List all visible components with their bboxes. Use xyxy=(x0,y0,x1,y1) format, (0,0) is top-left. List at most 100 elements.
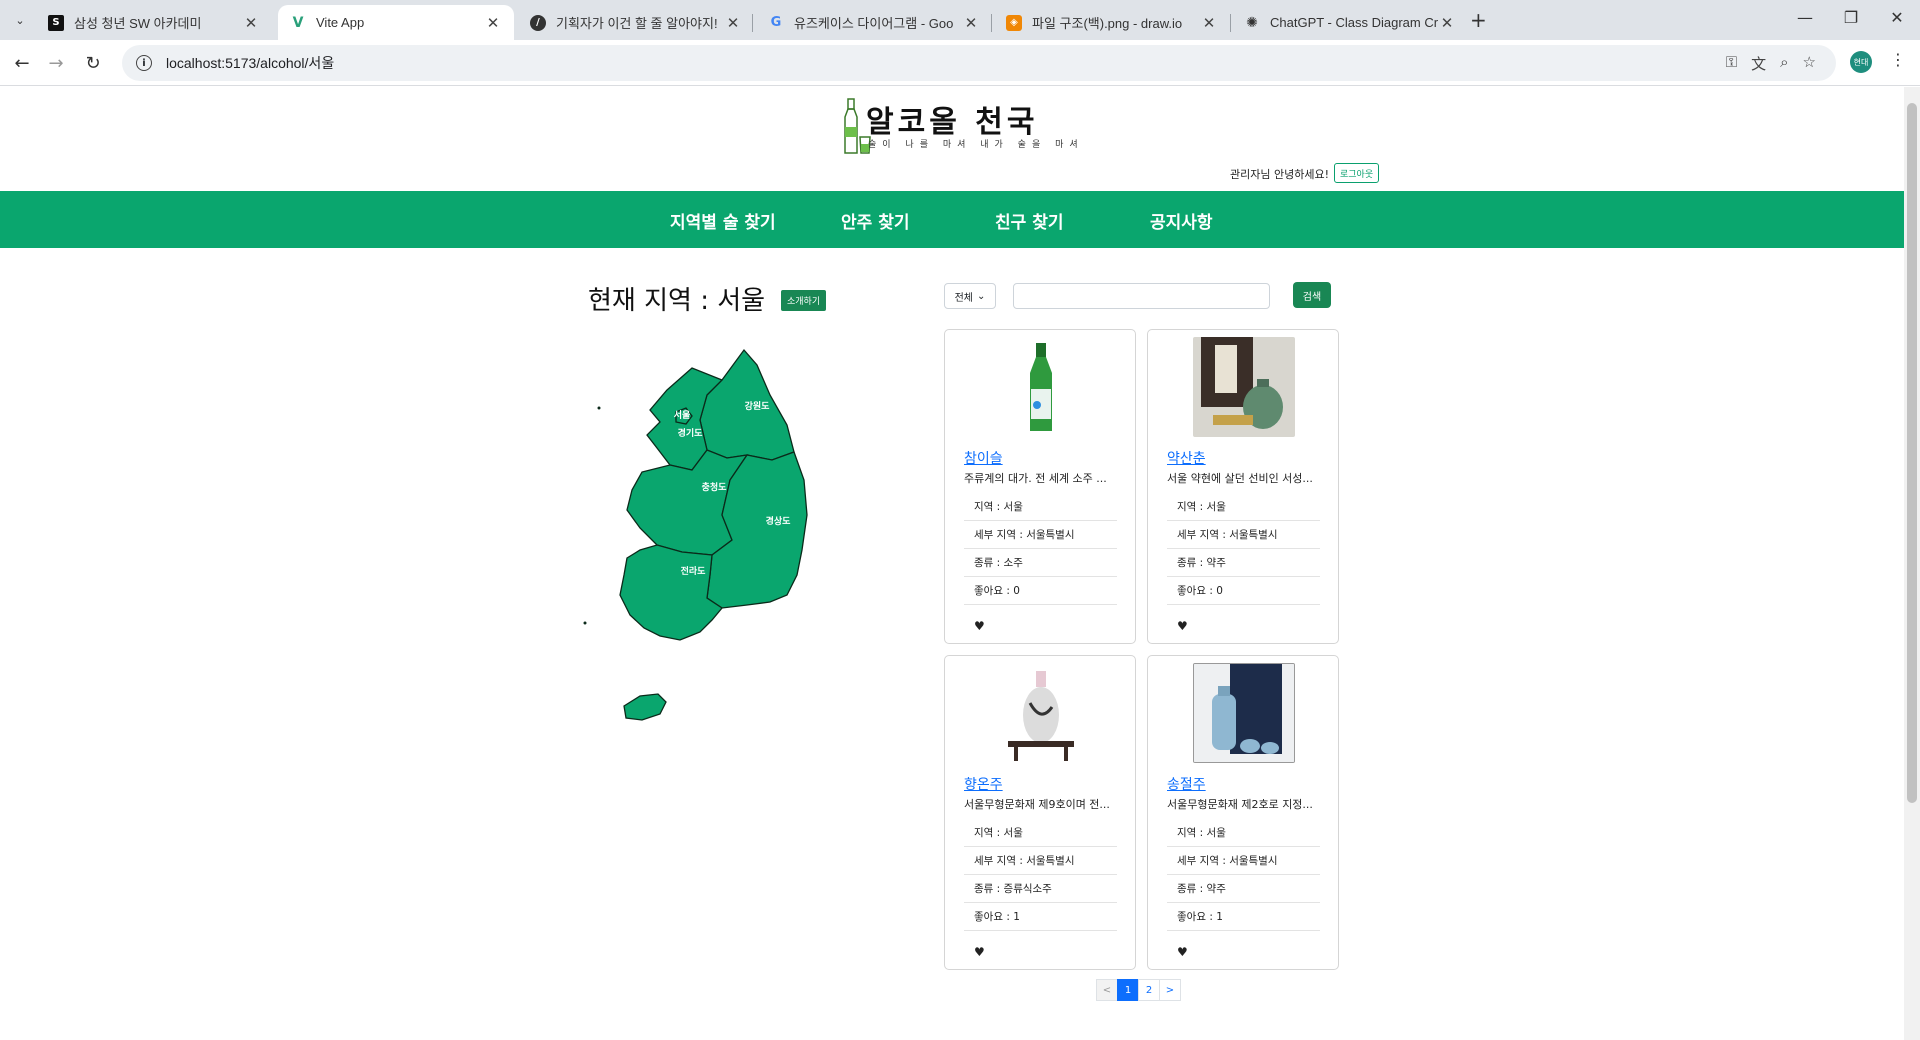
tab-search-chevron-icon[interactable]: ⌄ xyxy=(8,9,32,31)
search-input[interactable] xyxy=(1013,283,1270,309)
map-label-jeolla: 전라도 xyxy=(681,565,707,577)
current-region-title: 현재 지역 : 서울 xyxy=(588,286,766,316)
card-region: 지역 : 서울 xyxy=(964,493,1117,521)
minimize-icon[interactable]: — xyxy=(1782,8,1828,27)
close-window-icon[interactable]: ✕ xyxy=(1874,8,1920,27)
zoom-icon[interactable]: ⌕ xyxy=(1780,53,1788,74)
ssafy-icon: S xyxy=(48,14,64,31)
card-name-link[interactable]: 참이슬 xyxy=(964,448,1003,468)
logo-title: 알코올 천국 xyxy=(866,105,1039,140)
pagination-prev-button[interactable]: < xyxy=(1096,979,1118,1001)
card-kind: 종류 : 소주 xyxy=(964,549,1117,577)
chevron-down-icon: ⌄ xyxy=(977,290,986,302)
card-name-link[interactable]: 향온주 xyxy=(964,774,1003,794)
pagination-page-2[interactable]: 2 xyxy=(1138,979,1160,1001)
pagination: < 1 2 > xyxy=(1096,979,1181,1001)
profile-avatar[interactable]: 현대 xyxy=(1850,51,1872,73)
card-kind: 종류 : 증류식소주 xyxy=(964,875,1117,903)
browser-tab[interactable]: / 기획자가 이건 할 줄 알아야지! ✕ xyxy=(518,5,754,40)
tab-title: 유즈케이스 다이어그램 - Goo xyxy=(794,16,954,31)
heart-icon[interactable]: ♥ xyxy=(1177,619,1188,633)
nav-item-friends[interactable]: 친구 찾기 xyxy=(995,208,1063,233)
tab-close-icon[interactable]: ✕ xyxy=(1200,14,1218,32)
heart-icon[interactable]: ♥ xyxy=(1177,945,1188,959)
drawio-icon: ◈ xyxy=(1006,14,1022,31)
url-text[interactable]: localhost:5173/alcohol/서울 xyxy=(166,53,334,73)
card-name-link[interactable]: 약산춘 xyxy=(1167,448,1206,468)
site-logo[interactable]: 알코올 천국 술이 나를 마셔 내가 술을 마셔 xyxy=(842,97,1078,157)
search-button[interactable]: 검색 xyxy=(1293,282,1331,308)
nav-item-region-drinks[interactable]: 지역별 술 찾기 xyxy=(670,208,776,233)
card-info-list: 지역 : 서울 세부 지역 : 서울특별시 종류 : 약주 좋아요 : 0 xyxy=(1167,493,1320,605)
tab-title: 기획자가 이건 할 줄 알아야지! xyxy=(556,16,718,31)
vite-icon: V xyxy=(292,14,304,31)
translate-icon[interactable]: 文 xyxy=(1751,53,1766,74)
product-image xyxy=(990,337,1092,437)
map-label-gyeonggi: 경기도 xyxy=(678,427,704,439)
password-key-icon[interactable]: ⚿ xyxy=(1726,53,1737,74)
scrollbar-thumb[interactable] xyxy=(1907,103,1917,803)
tab-title: ChatGPT - Class Diagram Crea xyxy=(1270,15,1438,30)
pagination-next-button[interactable]: > xyxy=(1159,979,1181,1001)
tab-close-icon[interactable]: ✕ xyxy=(962,14,980,32)
tab-close-icon[interactable]: ✕ xyxy=(242,14,260,32)
heart-icon[interactable]: ♥ xyxy=(974,945,985,959)
tab-title: 삼성 청년 SW 아카데미 xyxy=(74,16,202,31)
map-label-jeju: 제주도 xyxy=(652,679,678,691)
new-tab-plus-icon[interactable]: + xyxy=(1470,8,1487,32)
filter-selected-value: 전체 xyxy=(954,292,973,304)
tab-title: Vite App xyxy=(316,15,365,30)
tab-separator xyxy=(1230,14,1231,32)
page-scrollbar[interactable] xyxy=(1904,87,1920,1040)
jeju-region[interactable] xyxy=(623,693,667,721)
tab-title: 파일 구조(백).png - draw.io xyxy=(1032,16,1183,31)
browser-tab-active[interactable]: V Vite App ✕ xyxy=(278,5,514,40)
category-filter-select[interactable]: 전체 ⌄ xyxy=(944,283,996,309)
intro-button[interactable]: 소개하기 xyxy=(781,290,827,311)
island-dot xyxy=(597,406,601,410)
map-label-chungcheong: 충청도 xyxy=(702,481,728,493)
card-info-list: 지역 : 서울 세부 지역 : 서울특별시 종류 : 소주 좋아요 : 0 xyxy=(964,493,1117,605)
tab-close-icon[interactable]: ✕ xyxy=(484,14,502,32)
restore-icon[interactable]: ❐ xyxy=(1828,8,1874,27)
card-info-list: 지역 : 서울 세부 지역 : 서울특별시 종류 : 약주 좋아요 : 1 xyxy=(1167,819,1320,931)
site-info-icon[interactable]: i xyxy=(136,55,152,71)
alcohol-card: 약산춘 서울 약현에 살던 선비인 서성... 지역 : 서울 세부 지역 : … xyxy=(1147,329,1339,644)
browser-tab[interactable]: ✺ ChatGPT - Class Diagram Crea ✕ xyxy=(1232,5,1468,40)
card-detail-region: 세부 지역 : 서울특별시 xyxy=(1167,521,1320,549)
jeolla-region[interactable] xyxy=(619,544,723,641)
browser-tab[interactable]: S 삼성 청년 SW 아카데미 ✕ xyxy=(36,5,272,40)
bookmark-star-icon[interactable]: ☆ xyxy=(1803,53,1816,74)
card-likes: 좋아요 : 0 xyxy=(1167,577,1320,605)
card-detail-region: 세부 지역 : 서울특별시 xyxy=(964,847,1117,875)
heart-icon[interactable]: ♥ xyxy=(974,619,985,633)
reload-icon[interactable]: ↻ xyxy=(80,50,106,76)
forward-arrow-icon[interactable]: → xyxy=(43,50,69,76)
browser-toolbar: ← → ↻ i localhost:5173/alcohol/서울 ⚿ 文 ⌕ … xyxy=(0,40,1920,86)
nav-item-notice[interactable]: 공지사항 xyxy=(1150,208,1213,233)
compass-icon: / xyxy=(530,14,546,31)
browser-tab[interactable]: ◈ 파일 구조(백).png - draw.io ✕ xyxy=(994,5,1230,40)
card-likes: 좋아요 : 0 xyxy=(964,577,1117,605)
card-kind: 종류 : 약주 xyxy=(1167,875,1320,903)
product-image xyxy=(1193,337,1295,437)
tab-close-icon[interactable]: ✕ xyxy=(724,14,742,32)
main-nav: 지역별 술 찾기 안주 찾기 친구 찾기 공지사항 xyxy=(0,191,1904,248)
back-arrow-icon[interactable]: ← xyxy=(9,50,35,76)
card-description: 서울 약현에 살던 선비인 서성... xyxy=(1167,472,1313,485)
browser-tab[interactable]: G 유즈케이스 다이어그램 - Goo ✕ xyxy=(756,5,992,40)
card-name-link[interactable]: 송절주 xyxy=(1167,774,1206,794)
browser-menu-icon[interactable]: ⋮ xyxy=(1890,50,1906,69)
card-likes: 좋아요 : 1 xyxy=(964,903,1117,931)
nav-item-snacks[interactable]: 안주 찾기 xyxy=(841,208,909,233)
openai-icon: ✺ xyxy=(1246,14,1258,31)
logout-button[interactable]: 로그아웃 xyxy=(1334,163,1380,183)
map-label-seoul: 서울 xyxy=(674,409,691,421)
card-description: 서울무형문화재 제2호로 지정... xyxy=(1167,798,1313,811)
card-kind: 종류 : 약주 xyxy=(1167,549,1320,577)
address-bar[interactable]: i localhost:5173/alcohol/서울 ⚿ 文 ⌕ ☆ xyxy=(122,45,1836,81)
tab-close-icon[interactable]: ✕ xyxy=(1438,14,1456,32)
island-dot xyxy=(583,621,587,625)
card-info-list: 지역 : 서울 세부 지역 : 서울특별시 종류 : 증류식소주 좋아요 : 1 xyxy=(964,819,1117,931)
pagination-page-1[interactable]: 1 xyxy=(1117,979,1139,1001)
